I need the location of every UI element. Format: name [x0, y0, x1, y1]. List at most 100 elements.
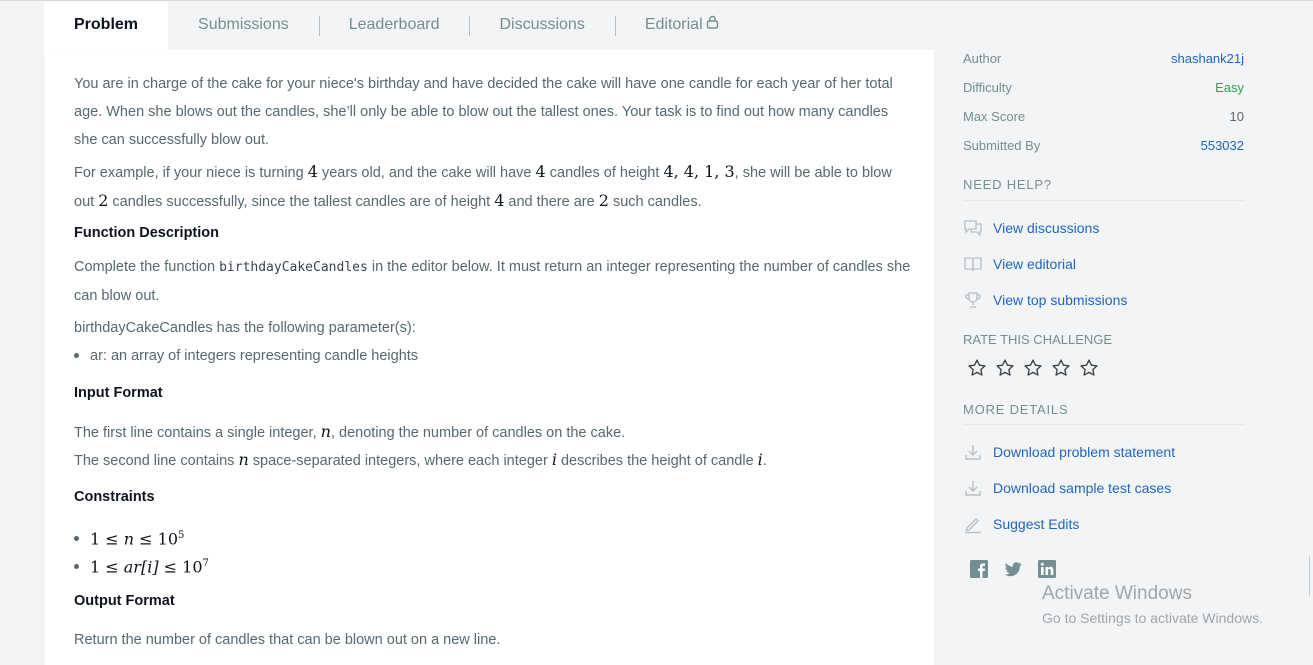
meta-author-key: Author [963, 51, 1002, 66]
example-age: 4 [307, 162, 318, 181]
example-num: 2 [598, 191, 609, 210]
social-share [969, 559, 1057, 579]
tab-submissions[interactable]: Submissions [168, 1, 319, 50]
difficulty-value: Easy [1215, 80, 1244, 95]
example-count: 4 [535, 162, 546, 181]
star-icon[interactable] [967, 358, 987, 378]
author-link[interactable]: shashank21j [1171, 50, 1244, 68]
example-text-3: candles of height [549, 165, 660, 181]
watermark-line-1: Activate Windows [1042, 583, 1192, 604]
meta-author: Author shashank21j [963, 50, 1244, 68]
input-line-1: The first line contains a single integer… [74, 418, 914, 447]
more-details-heading: MORE DETAILS [963, 402, 1069, 417]
constraint-2-var: ar[i] [123, 557, 159, 577]
meta-max-score: Max Score 10 [963, 108, 1244, 126]
meta-difficulty: Difficulty Easy [963, 79, 1244, 97]
bullet [74, 352, 79, 358]
parameters-line: birthdayCakeCandles has the following pa… [74, 320, 416, 336]
input-2c: describes the height of candle [560, 453, 754, 469]
linkedin-icon[interactable] [1037, 559, 1057, 579]
download-icon [963, 442, 983, 462]
view-top-submissions-label: View top submissions [993, 292, 1128, 308]
input-1a: The first line contains a single integer… [74, 425, 317, 441]
param-ar-text: ar: an array of integers representing ca… [90, 348, 419, 364]
function-description-heading: Function Description [74, 225, 219, 241]
constraint-1-exp: 5 [178, 530, 185, 541]
twitter-icon[interactable] [1003, 559, 1023, 579]
example-paragraph: For example, if your niece is turning 4 … [74, 158, 914, 216]
input-line-2: The second line contains n space-separat… [74, 446, 914, 475]
submitted-by-link[interactable]: 553032 [1201, 137, 1244, 155]
constraints-heading: Constraints [74, 489, 155, 505]
bullet [74, 536, 79, 542]
function-name: birthdayCakeCandles [219, 260, 368, 275]
view-editorial-label: View editorial [993, 256, 1077, 272]
windows-activation-watermark: Activate Windows Go to Settings to activ… [1042, 583, 1263, 629]
discussion-icon [963, 218, 983, 238]
star-icon[interactable] [995, 358, 1015, 378]
constraint-2-left: 1 ≤ [90, 557, 119, 577]
intro-paragraph: You are in charge of the cake for your n… [74, 76, 893, 148]
tab-discussions[interactable]: Discussions [469, 1, 614, 50]
input-2d: . [762, 453, 767, 469]
constraint-1-left: 1 ≤ [90, 529, 119, 549]
constraint-1-right: ≤ 10 [139, 529, 179, 549]
suggest-edits-label: Suggest Edits [993, 516, 1080, 532]
view-discussions-label: View discussions [993, 220, 1100, 236]
function-text-1: Complete the function [74, 259, 216, 275]
example-heights: 4, 4, 1, 3 [663, 162, 735, 181]
constraint-1: 1 ≤ n ≤ 105 [74, 522, 184, 553]
meta-submitted-by: Submitted By 553032 [963, 137, 1244, 155]
example-tallest: 4 [494, 191, 505, 210]
var-i: i [551, 450, 557, 469]
bullet [74, 564, 79, 570]
example-text-6: and there are [508, 194, 595, 210]
input-1b: , denoting the number of candles on the … [330, 425, 626, 441]
tab-editorial[interactable]: Editorial [614, 1, 749, 50]
function-paragraph: Complete the function birthdayCakeCandle… [74, 253, 914, 310]
input-format-heading: Input Format [74, 385, 163, 401]
divider [963, 200, 1244, 201]
constraint-1-var: n [123, 529, 135, 549]
meta-max-score-key: Max Score [963, 109, 1026, 124]
window-edge [1309, 556, 1313, 596]
param-list-item: ar: an array of integers representing ca… [74, 342, 418, 370]
var-n: n [238, 450, 249, 469]
star-icon[interactable] [1051, 358, 1071, 378]
star-icon[interactable] [1079, 358, 1099, 378]
trophy-icon [963, 290, 983, 310]
star-icon[interactable] [1023, 358, 1043, 378]
constraint-2: 1 ≤ ar[i] ≤ 107 [74, 550, 209, 581]
challenge-tabs: Problem Submissions Leaderboard Discussi… [44, 1, 749, 50]
input-2b: space-separated integers, where each int… [252, 453, 548, 469]
need-help-heading: NEED HELP? [963, 177, 1052, 192]
download-sample-test-cases-label: Download sample test cases [993, 480, 1172, 496]
divider [963, 424, 1244, 425]
example-result: 2 [98, 191, 109, 210]
facebook-icon[interactable] [969, 559, 989, 579]
rate-challenge-heading: RATE THIS CHALLENGE [963, 332, 1113, 347]
constraint-2-right: ≤ 10 [163, 557, 203, 577]
lock-icon [706, 1, 719, 49]
book-icon [963, 254, 983, 274]
download-problem-statement-label: Download problem statement [993, 444, 1176, 460]
example-text-7: such candles. [612, 194, 702, 210]
var-n: n [320, 422, 331, 441]
download-icon [963, 478, 983, 498]
meta-submitted-by-key: Submitted By [963, 138, 1041, 153]
constraint-2-exp: 7 [202, 558, 209, 569]
tab-editorial-label: Editorial [644, 16, 703, 34]
tab-leaderboard[interactable]: Leaderboard [318, 1, 470, 50]
example-text-1: For example, if your niece is turning [74, 165, 304, 181]
tab-problem[interactable]: Problem [44, 1, 169, 50]
output-text: Return the number of candles that can be… [74, 632, 501, 648]
max-score-value: 10 [1229, 109, 1244, 124]
input-2a: The second line contains [74, 453, 235, 469]
example-text-5: candles successfully, since the tallest … [112, 194, 491, 210]
output-format-heading: Output Format [74, 593, 175, 609]
watermark-line-2: Go to Settings to activate Windows. [1042, 610, 1263, 626]
rating-stars [967, 358, 1099, 378]
example-text-2: years old, and the cake will have [321, 165, 532, 181]
meta-difficulty-key: Difficulty [963, 80, 1012, 95]
problem-statement: You are in charge of the cake for your n… [44, 50, 934, 665]
